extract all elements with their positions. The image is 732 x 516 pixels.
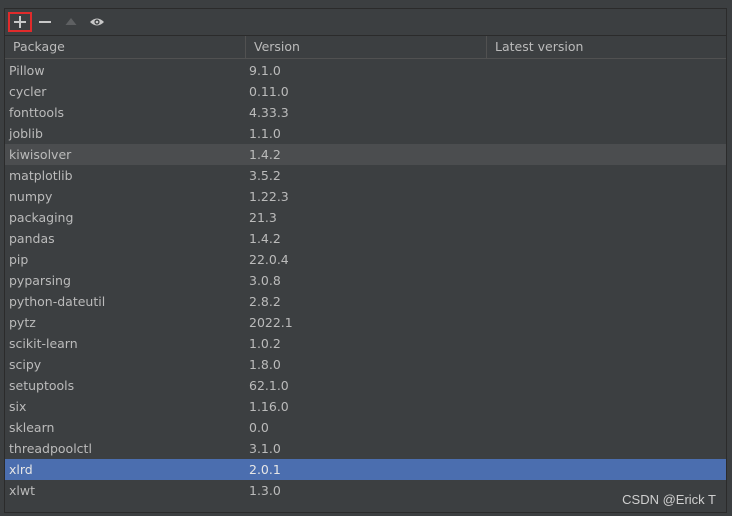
package-latest-version-cell <box>487 291 727 312</box>
package-version-cell: 9.1.0 <box>249 63 281 78</box>
package-latest-version-cell <box>487 207 727 228</box>
package-version-cell: 2.0.1 <box>249 462 281 477</box>
package-version-cell: 62.1.0 <box>249 378 289 393</box>
table-row[interactable]: numpy 1.22.3 <box>5 186 726 207</box>
table-row[interactable]: pyparsing 3.0.8 <box>5 270 726 291</box>
toolbar <box>5 9 726 35</box>
plus-icon <box>14 16 26 28</box>
eye-icon <box>90 18 104 26</box>
package-name-cell: numpy <box>9 189 53 204</box>
package-name-cell: threadpoolctl <box>9 441 92 456</box>
package-name-cell: six <box>9 399 27 414</box>
package-latest-version-cell <box>487 312 727 333</box>
package-latest-version-cell <box>487 270 727 291</box>
table-row[interactable]: kiwisolver 1.4.2 <box>5 144 726 165</box>
package-name-cell: pyparsing <box>9 273 71 288</box>
table-row[interactable]: joblib 1.1.0 <box>5 123 726 144</box>
package-name-cell: scipy <box>9 357 42 372</box>
package-name-cell: scikit-learn <box>9 336 78 351</box>
column-header-latest-version[interactable]: Latest version <box>487 36 727 58</box>
package-version-cell: 2.8.2 <box>249 294 281 309</box>
package-version-cell: 3.0.8 <box>249 273 281 288</box>
table-row[interactable]: xlrd 2.0.1 <box>5 459 726 480</box>
table-row[interactable]: matplotlib 3.5.2 <box>5 165 726 186</box>
package-latest-version-cell <box>487 417 727 438</box>
table-row[interactable]: python-dateutil 2.8.2 <box>5 291 726 312</box>
package-name-cell: pytz <box>9 315 36 330</box>
package-name-cell: packaging <box>9 210 74 225</box>
package-latest-version-cell <box>487 249 727 270</box>
table-row[interactable]: setuptools 62.1.0 <box>5 375 726 396</box>
minus-icon <box>39 21 51 23</box>
package-version-cell: 4.33.3 <box>249 105 289 120</box>
package-version-cell: 1.16.0 <box>249 399 289 414</box>
package-name-cell: xlwt <box>9 483 35 498</box>
package-latest-version-cell <box>487 102 727 123</box>
table-row[interactable]: sklearn 0.0 <box>5 417 726 438</box>
table-row[interactable]: scikit-learn 1.0.2 <box>5 333 726 354</box>
triangle-up-icon <box>65 18 77 25</box>
package-version-cell: 0.11.0 <box>249 84 289 99</box>
package-latest-version-cell <box>487 459 727 480</box>
table-row[interactable]: threadpoolctl 3.1.0 <box>5 438 726 459</box>
table-row[interactable]: fonttools 4.33.3 <box>5 102 726 123</box>
package-latest-version-cell <box>487 354 727 375</box>
package-version-cell: 1.4.2 <box>249 147 281 162</box>
package-name-cell: cycler <box>9 84 47 99</box>
package-table-body: Pillow 9.1.0 cycler 0.11.0 fonttools 4.33.3 jo… <box>5 60 726 501</box>
package-name-cell: setuptools <box>9 378 75 393</box>
column-header-package[interactable]: Package <box>5 36 246 58</box>
package-latest-version-cell <box>487 165 727 186</box>
table-row[interactable]: Pillow 9.1.0 <box>5 60 726 81</box>
package-name-cell: fonttools <box>9 105 65 120</box>
package-latest-version-cell <box>487 186 727 207</box>
add-package-button[interactable] <box>8 12 32 32</box>
column-header-version[interactable]: Version <box>246 36 487 58</box>
package-version-cell: 22.0.4 <box>249 252 289 267</box>
table-header: Package Version Latest version <box>5 35 726 59</box>
package-latest-version-cell <box>487 333 727 354</box>
package-version-cell: 21.3 <box>249 210 277 225</box>
package-version-cell: 3.1.0 <box>249 441 281 456</box>
table-row[interactable]: pytz 2022.1 <box>5 312 726 333</box>
package-latest-version-cell <box>487 81 727 102</box>
package-latest-version-cell <box>487 228 727 249</box>
package-latest-version-cell <box>487 60 727 81</box>
package-latest-version-cell <box>487 144 727 165</box>
package-version-cell: 1.1.0 <box>249 126 281 141</box>
table-row[interactable]: cycler 0.11.0 <box>5 81 726 102</box>
package-version-cell: 2022.1 <box>249 315 293 330</box>
package-version-cell: 1.3.0 <box>249 483 281 498</box>
package-latest-version-cell <box>487 438 727 459</box>
package-version-cell: 0.0 <box>249 420 269 435</box>
package-name-cell: xlrd <box>9 462 33 477</box>
package-name-cell: joblib <box>9 126 43 141</box>
table-row[interactable]: scipy 1.8.0 <box>5 354 726 375</box>
package-latest-version-cell <box>487 396 727 417</box>
package-latest-version-cell <box>487 375 727 396</box>
package-latest-version-cell <box>487 123 727 144</box>
package-version-cell: 1.22.3 <box>249 189 289 204</box>
show-early-releases-button[interactable] <box>85 12 109 32</box>
table-row[interactable]: xlwt 1.3.0 <box>5 480 726 501</box>
package-version-cell: 3.5.2 <box>249 168 281 183</box>
table-row[interactable]: pandas 1.4.2 <box>5 228 726 249</box>
package-name-cell: pip <box>9 252 29 267</box>
package-name-cell: kiwisolver <box>9 147 72 162</box>
remove-package-button[interactable] <box>33 12 57 32</box>
package-name-cell: pandas <box>9 231 55 246</box>
upgrade-package-button[interactable] <box>59 12 83 32</box>
package-name-cell: matplotlib <box>9 168 73 183</box>
table-row[interactable]: six 1.16.0 <box>5 396 726 417</box>
table-row[interactable]: pip 22.0.4 <box>5 249 726 270</box>
package-name-cell: python-dateutil <box>9 294 106 309</box>
table-row[interactable]: packaging 21.3 <box>5 207 726 228</box>
package-version-cell: 1.8.0 <box>249 357 281 372</box>
package-version-cell: 1.4.2 <box>249 231 281 246</box>
package-name-cell: sklearn <box>9 420 55 435</box>
package-name-cell: Pillow <box>9 63 45 78</box>
packages-panel: Package Version Latest version Pillow 9.1… <box>4 8 727 513</box>
watermark: CSDN @Erick T <box>622 492 716 507</box>
package-version-cell: 1.0.2 <box>249 336 281 351</box>
